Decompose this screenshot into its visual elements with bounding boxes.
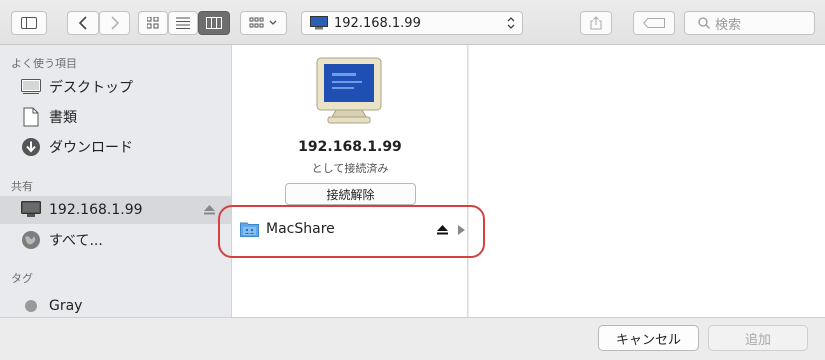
add-button[interactable]: 追加 <box>708 325 808 351</box>
sidebar-item-server[interactable]: 192.168.1.99 <box>0 196 231 224</box>
column-view-icon <box>206 17 222 29</box>
tag-button[interactable] <box>633 11 675 35</box>
sidebar-item-desktop[interactable]: デスクトップ <box>0 73 231 101</box>
cancel-button[interactable]: キャンセル <box>598 325 699 351</box>
list-view-icon <box>176 17 190 29</box>
desktop-icon <box>20 76 42 98</box>
tag-color-dot-icon <box>20 295 42 317</box>
sidebar-item-label: デスクトップ <box>49 80 133 96</box>
forward-button[interactable] <box>99 11 130 35</box>
eject-icon[interactable] <box>204 205 215 215</box>
connection-status: として接続済み <box>311 162 389 175</box>
server-computer-icon <box>316 57 382 124</box>
computer-icon <box>20 199 42 221</box>
browser-column: 192.168.1.99 として接続済み 接続解除 MacShare <box>232 45 468 317</box>
disconnect-button[interactable]: 接続解除 <box>285 183 416 205</box>
back-button[interactable] <box>67 11 99 35</box>
host-name: 192.168.1.99 <box>298 139 402 155</box>
tag-icon <box>643 18 665 28</box>
sidebar: よく使う項目 デスクトップ 書類 ダウンロード 共有 192.168.1.99 … <box>0 45 232 317</box>
arrange-menu-button[interactable] <box>240 11 287 35</box>
section-shared: 共有 <box>11 180 33 193</box>
sidebar-item-documents[interactable]: 書類 <box>0 103 231 131</box>
grid-view-icon <box>147 17 159 29</box>
view-icons-button[interactable] <box>138 11 168 35</box>
bottom-bar: キャンセル 追加 <box>0 317 825 360</box>
empty-column <box>469 45 825 317</box>
sidebar-item-label: ダウンロード <box>49 140 133 156</box>
toolbar: 192.168.1.99 検索 <box>0 0 825 45</box>
search-placeholder: 検索 <box>715 17 742 33</box>
sidebar-item-label: Gray <box>49 298 83 314</box>
sidebar-item-all[interactable]: すべて... <box>0 226 231 254</box>
sidebar-item-label: 書類 <box>49 110 77 126</box>
section-favorites: よく使う項目 <box>11 57 77 70</box>
sidebar-item-label: すべて... <box>49 233 103 249</box>
share-button[interactable] <box>580 11 612 35</box>
search-icon <box>698 17 710 29</box>
computer-icon <box>310 16 328 30</box>
path-popup[interactable]: 192.168.1.99 <box>301 11 523 35</box>
path-label: 192.168.1.99 <box>334 15 421 31</box>
sidebar-icon <box>21 17 37 29</box>
sidebar-item-label: 192.168.1.99 <box>49 202 143 218</box>
document-icon <box>20 106 42 128</box>
sidebar-item-downloads[interactable]: ダウンロード <box>0 133 231 161</box>
section-tags: タグ <box>11 272 33 285</box>
network-icon <box>20 229 42 251</box>
download-icon <box>20 136 42 158</box>
sidebar-item-tag-gray[interactable]: Gray <box>0 292 231 317</box>
share-icon <box>590 16 602 30</box>
updown-chevron-icon <box>507 17 515 29</box>
sidebar-toggle-button[interactable] <box>11 11 47 35</box>
chevron-left-icon <box>78 16 87 30</box>
view-columns-button[interactable] <box>198 11 230 35</box>
annotation-highlight-ring <box>218 205 485 258</box>
view-list-button[interactable] <box>168 11 198 35</box>
chevron-right-icon <box>110 16 119 30</box>
search-input[interactable]: 検索 <box>684 11 815 35</box>
arrange-icon <box>249 17 276 28</box>
